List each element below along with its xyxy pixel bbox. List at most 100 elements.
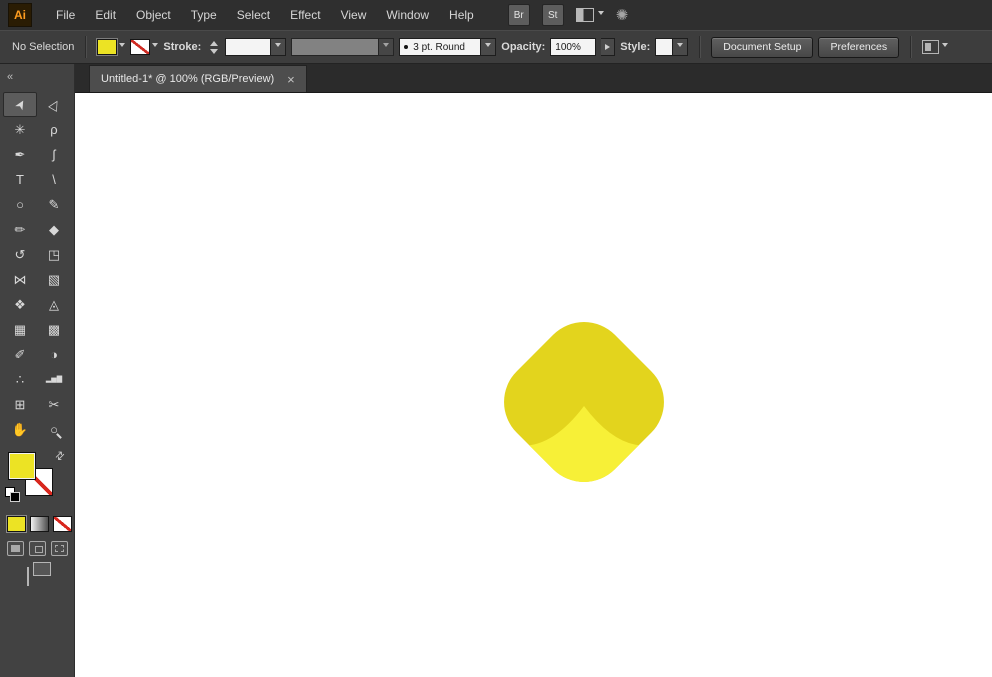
hand-tool[interactable]: ✋ [3,417,37,442]
perspective-grid-tool[interactable]: ◬ [37,292,71,317]
document-tab[interactable]: Untitled-1* @ 100% (RGB/Preview) × [89,65,307,92]
lasso-tool[interactable]: ρ [37,117,71,142]
symbol-sprayer-tool-icon: ∴ [15,372,25,387]
type-tool[interactable]: T [3,167,37,192]
stroke-none-swatch [130,39,151,55]
color-button[interactable] [7,516,26,532]
bridge-button[interactable]: Br [507,4,530,26]
pen-tool-icon: ✒ [14,147,26,162]
fill-color-dropdown[interactable] [97,38,125,56]
stroke-color-dropdown[interactable] [130,38,158,56]
draw-behind-mode-button[interactable] [29,541,46,556]
ellipse-tool[interactable]: ○ [3,192,37,217]
fill-swatch[interactable] [8,452,36,480]
menu-window[interactable]: Window [376,0,439,30]
tools-panel: « ➤ ▷ ✳ ρ ✒ ʃ T \ ○ ✎ ✏ ◆ ↺ ◳ ⋈ ▧ ❖ ◬ ▦ … [0,64,75,677]
mesh-tool[interactable]: ▦ [3,317,37,342]
control-bar: No Selection Stroke: 3 pt. Round Opacity… [0,30,992,64]
close-tab-icon[interactable]: × [287,73,295,86]
swap-fill-stroke-icon[interactable]: ⇄ [53,449,68,464]
document-tab-title: Untitled-1* @ 100% (RGB/Preview) [101,73,275,85]
main-area: « ➤ ▷ ✳ ρ ✒ ʃ T \ ○ ✎ ✏ ◆ ↺ ◳ ⋈ ▧ ❖ ◬ ▦ … [0,64,992,677]
stroke-weight-select[interactable] [225,38,287,56]
eyedropper-tool[interactable]: ✐ [3,342,37,367]
illustrator-logo-icon: Ai [8,3,32,27]
draw-inside-mode-button[interactable] [51,541,68,556]
document-setup-button[interactable]: Document Setup [711,36,814,58]
zoom-tool[interactable]: ○ [37,417,71,442]
magic-wand-tool[interactable]: ✳ [3,117,37,142]
arrange-documents-dropdown[interactable] [575,6,604,24]
line-segment-tool[interactable]: \ [37,167,71,192]
shape-builder-tool[interactable]: ❖ [3,292,37,317]
stock-button[interactable]: St [541,4,564,26]
stroke-weight-value [225,38,272,56]
column-graph-tool[interactable]: ▂▅▇ [37,367,71,392]
draw-normal-mode-button[interactable] [7,541,24,556]
menu-object[interactable]: Object [126,0,181,30]
brush-definition-value: 3 pt. Round [399,38,482,56]
artboard-tool[interactable]: ⊞ [3,392,37,417]
brush-definition-select[interactable]: 3 pt. Round [399,38,497,56]
graphic-style-select[interactable] [655,38,689,56]
artboard-tool-icon: ⊞ [14,397,26,412]
opacity-input[interactable] [550,38,597,56]
menu-type[interactable]: Type [181,0,227,30]
tools-grid: ➤ ▷ ✳ ρ ✒ ʃ T \ ○ ✎ ✏ ◆ ↺ ◳ ⋈ ▧ ❖ ◬ ▦ ▩ [0,90,74,442]
pen-tool[interactable]: ✒ [3,142,37,167]
curvature-tool[interactable]: ʃ [37,142,71,167]
magic-wand-tool-icon: ✳ [14,122,26,137]
style-label: Style: [620,41,651,53]
gradient-tool[interactable]: ▩ [37,317,71,342]
menu-file[interactable]: File [46,0,85,30]
rotate-tool[interactable]: ↺ [3,242,37,267]
none-button[interactable] [53,516,72,532]
chevron-down-icon [383,38,389,56]
scale-tool[interactable]: ◳ [37,242,71,267]
preferences-button[interactable]: Preferences [818,36,900,58]
opacity-flyout-button[interactable] [601,38,616,56]
arrange-options-dropdown[interactable] [922,38,948,56]
stroke-weight-stepper[interactable] [210,40,219,54]
artwork-shape[interactable] [485,303,683,501]
width-tool[interactable]: ⋈ [3,267,37,292]
curvature-tool-icon: ʃ [52,147,56,162]
divider [699,36,701,58]
collapse-panel-icon[interactable]: « [7,71,13,83]
menu-edit[interactable]: Edit [85,0,126,30]
divider [910,36,912,58]
change-screen-mode-button[interactable] [27,567,29,586]
pencil-tool[interactable]: ✏ [3,217,37,242]
fill-color-swatch [97,39,118,55]
menu-view[interactable]: View [331,0,377,30]
width-profile-preview [291,38,380,56]
eraser-tool[interactable]: ◆ [37,217,71,242]
sync-status-icon[interactable]: ✺ [616,8,629,23]
divider [85,36,87,58]
canvas[interactable] [75,93,992,677]
free-transform-tool[interactable]: ▧ [37,267,71,292]
variable-width-profile-select [291,38,395,56]
paintbrush-tool[interactable]: ✎ [37,192,71,217]
scale-tool-icon: ◳ [47,247,61,262]
menu-select[interactable]: Select [227,0,280,30]
symbol-sprayer-tool[interactable]: ∴ [3,367,37,392]
menu-effect[interactable]: Effect [280,0,330,30]
opacity-label: Opacity: [501,41,546,53]
dropdown-button[interactable] [481,38,497,56]
slice-tool[interactable]: ✂ [37,392,71,417]
arrange-icon [922,40,940,54]
dropdown-button[interactable] [673,38,689,56]
direct-selection-tool[interactable]: ▷ [37,92,71,117]
menu-help[interactable]: Help [439,0,484,30]
eyedropper-tool-icon: ✐ [14,347,26,362]
selection-tool[interactable]: ➤ [3,92,37,117]
dropdown-button[interactable] [271,38,287,56]
gradient-button[interactable] [30,516,49,532]
paintbrush-tool-icon: ✎ [48,197,60,212]
blend-tool[interactable]: ◑ [37,342,71,367]
drawing-mode-buttons [0,532,74,556]
default-fill-stroke-icon[interactable] [5,487,20,502]
pencil-tool-icon: ✏ [14,222,26,237]
screen-mode-row [0,556,74,586]
